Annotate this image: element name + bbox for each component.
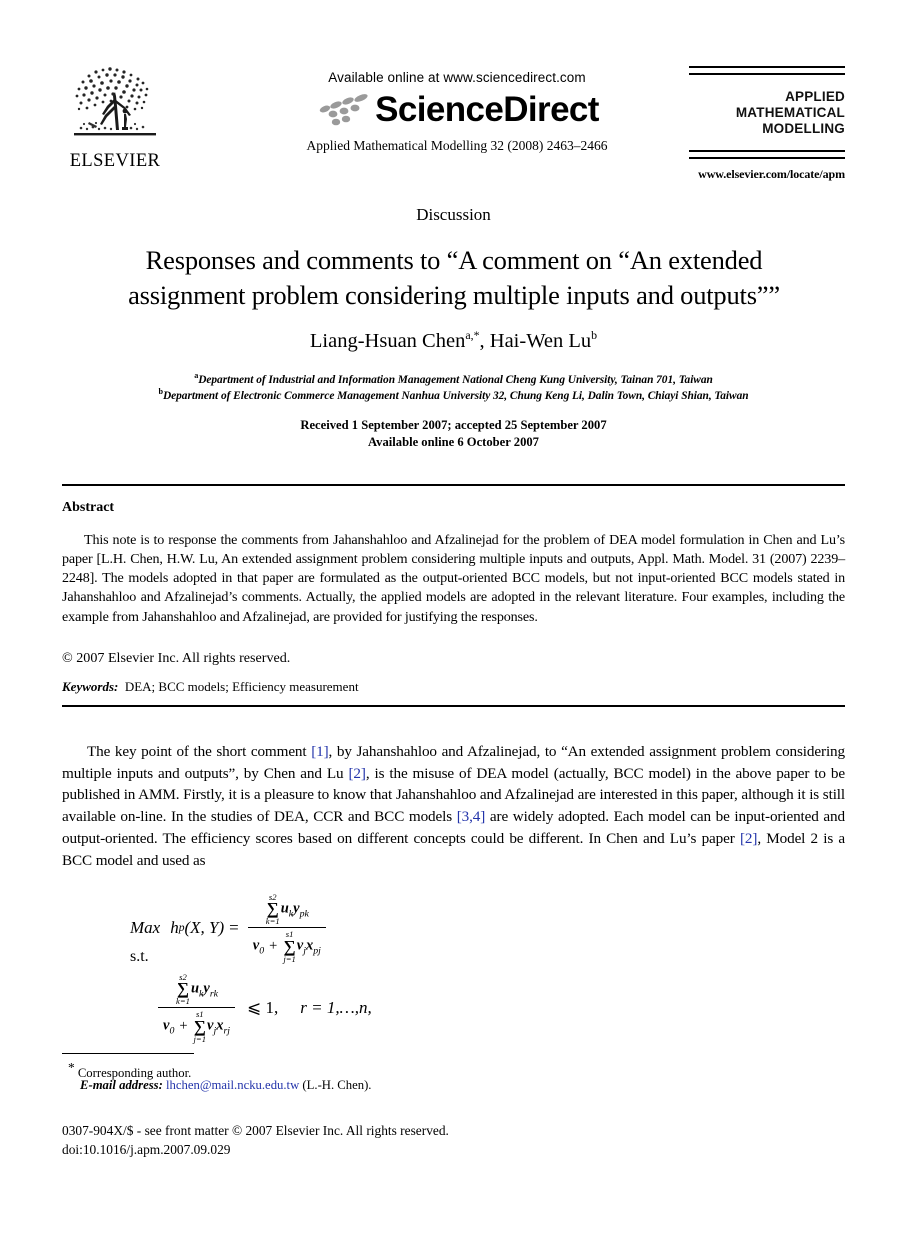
available-online-text: Available online at www.sciencedirect.co… xyxy=(328,70,586,85)
c-den-plus: + xyxy=(179,1018,188,1034)
sciencedirect-block: Available online at www.sciencedirect.co… xyxy=(242,70,672,154)
c-num-y-sub: rk xyxy=(209,988,219,1000)
constraint-denominator: v0 + s1 ∑ j=1 vjxrj xyxy=(158,1007,236,1044)
title-line-1: Responses and comments to “A comment on … xyxy=(145,245,763,275)
affiliation-text-b: Department of Electronic Commerce Manage… xyxy=(162,389,749,402)
abstract-rule-top xyxy=(62,484,845,486)
affiliation-b: bDepartment of Electronic Commerce Manag… xyxy=(62,387,845,402)
objective-equals: = xyxy=(229,917,239,937)
max-label: Max xyxy=(130,917,161,937)
den-plus: + xyxy=(269,938,278,954)
page-title: Responses and comments to “A comment on … xyxy=(74,243,834,313)
keywords: Keywords: DEA; BCC models; Efficiency me… xyxy=(62,679,359,695)
denominator-sum-icon: s1 ∑ j=1 xyxy=(283,930,296,964)
email-owner: (L.-H. Chen). xyxy=(302,1078,372,1092)
body-text-seg-1: The key point of the short comment xyxy=(87,743,312,760)
author-separator: , xyxy=(479,329,490,352)
constraint-numerator: s2 ∑ k=1 ukyrk xyxy=(170,973,223,1007)
keywords-label: Keywords: xyxy=(62,679,119,694)
title-line-2: assignment problem considering multiple … xyxy=(128,279,780,310)
objective-h: h xyxy=(170,917,179,937)
num-y-sub: pk xyxy=(299,908,309,920)
section-kind-label: Discussion xyxy=(416,205,491,224)
received-accepted-line: Received 1 September 2007; accepted 25 S… xyxy=(300,418,607,432)
masthead: ELSEVIER Available online at www.science… xyxy=(62,62,845,190)
num-u: u xyxy=(280,900,289,917)
sciencedirect-wordmark: ScienceDirect xyxy=(375,90,599,129)
footnote-rule xyxy=(62,1053,194,1054)
c-num-sum-lower: k=1 xyxy=(176,996,190,1007)
elsevier-logo: ELSEVIER xyxy=(62,62,168,171)
objective-equation: Max h p (X, Y) = s2 ∑ k=1 ukypk v0 + s1 ∑ j=1 vjxp… xyxy=(130,893,330,963)
c-den-v0-sub: 0 xyxy=(169,1025,175,1037)
sigma-glyph: ∑ xyxy=(266,899,279,919)
c-numerator-sum-icon: s2 ∑ k=1 xyxy=(176,973,190,1007)
author-list: Liang-Hsuan Chena,*, Hai-Wen Lub xyxy=(62,328,845,353)
c-num-u: u xyxy=(190,980,200,997)
abstract-heading: Abstract xyxy=(62,500,115,515)
paper-page: ELSEVIER Available online at www.science… xyxy=(0,0,907,1238)
abstract-rule-bottom xyxy=(62,705,845,707)
citation-link-3[interactable]: [3,4] xyxy=(457,808,486,825)
citation-link-1[interactable]: [1] xyxy=(311,743,328,760)
abstract-copyright: © 2007 Elsevier Inc. All rights reserved… xyxy=(62,650,291,666)
journal-rule-top xyxy=(689,66,845,75)
constraint-relation: ⩽ 1, xyxy=(247,997,279,1017)
author-marks-1: a,* xyxy=(465,328,480,342)
sigma-glyph: ∑ xyxy=(283,936,296,956)
citation-link-2[interactable]: [2] xyxy=(348,765,365,782)
constraint-fraction: s2 ∑ k=1 ukyrk v0 + s1 ∑ j=1 vjxrj xyxy=(158,973,236,1044)
sciencedirect-logo: ScienceDirect xyxy=(242,92,672,127)
c-den-sum-lower: j=1 xyxy=(193,1033,207,1044)
journal-title-line2: MATHEMATICAL xyxy=(735,104,845,120)
journal-logo-block: APPLIED MATHEMATICAL MODELLING www.elsev… xyxy=(679,66,845,182)
email-note: E-mail address: lhchen@mail.ncku.edu.tw … xyxy=(80,1078,371,1093)
journal-title-line1: APPLIED xyxy=(785,89,845,104)
email-link[interactable]: lhchen@mail.ncku.edu.tw xyxy=(166,1078,299,1092)
den-v0-sub: 0 xyxy=(259,945,265,957)
sigma-glyph: ∑ xyxy=(176,979,190,999)
den-sum-lower: j=1 xyxy=(283,953,296,964)
c-den-x-sub: rj xyxy=(223,1025,231,1037)
num-sum-lower: k=1 xyxy=(265,916,280,927)
den-x-sub: pj xyxy=(313,945,321,957)
journal-title: APPLIED MATHEMATICAL MODELLING xyxy=(679,89,845,137)
objective-args: (X, Y) xyxy=(184,917,225,937)
imprint-block: 0307-904X/$ - see front matter © 2007 El… xyxy=(62,1122,449,1159)
constraint-index-range: r = 1,…,n, xyxy=(300,997,372,1017)
journal-url: www.elsevier.com/locate/apm xyxy=(698,166,845,181)
objective-numerator: s2 ∑ k=1 ukypk xyxy=(260,893,314,927)
author-name-2: Hai-Wen Lu xyxy=(489,329,592,352)
corresponding-author-mark: * xyxy=(68,1060,75,1075)
abstract-text: This note is to response the comments fr… xyxy=(62,532,845,625)
c-denominator-sum-icon: s1 ∑ j=1 xyxy=(193,1010,207,1044)
sigma-glyph: ∑ xyxy=(193,1016,206,1036)
citation-link-4[interactable]: [2] xyxy=(740,830,757,847)
body-paragraph-1: The key point of the short comment [1], … xyxy=(62,741,845,871)
objective-denominator: v0 + s1 ∑ j=1 vjxpj xyxy=(247,927,326,964)
numerator-sum-icon: s2 ∑ k=1 xyxy=(265,893,280,927)
objective-fraction: s2 ∑ k=1 ukypk v0 + s1 ∑ j=1 vjxpj xyxy=(247,893,326,964)
journal-reference: Applied Mathematical Modelling 32 (2008)… xyxy=(306,138,608,153)
journal-rule-bottom xyxy=(689,149,845,159)
affiliation-text-a: Department of Industrial and Information… xyxy=(198,373,713,386)
elsevier-wordmark: ELSEVIER xyxy=(69,151,161,171)
issn-line: 0307-904X/$ - see front matter © 2007 El… xyxy=(62,1123,449,1138)
doi-line: doi:10.1016/j.apm.2007.09.029 xyxy=(62,1141,231,1157)
author-marks-2: b xyxy=(591,328,598,342)
keywords-value: DEA; BCC models; Efficiency measurement xyxy=(124,679,359,694)
affiliation-a: aDepartment of Industrial and Informatio… xyxy=(62,371,845,386)
email-label: E-mail address: xyxy=(80,1078,163,1092)
author-name-1: Liang-Hsuan Chen xyxy=(309,329,466,352)
constraint-equation: s2 ∑ k=1 ukyrk v0 + s1 ∑ j=1 vjxrj ⩽ 1, r = 1,…,… xyxy=(154,973,372,1043)
elsevier-tree-icon xyxy=(69,62,161,150)
subject-to-label: s.t. xyxy=(130,948,149,965)
journal-title-line3: MODELLING xyxy=(762,120,845,136)
available-online-line: Available online 6 October 2007 xyxy=(368,435,539,449)
sciencedirect-swoosh-icon xyxy=(319,93,368,125)
